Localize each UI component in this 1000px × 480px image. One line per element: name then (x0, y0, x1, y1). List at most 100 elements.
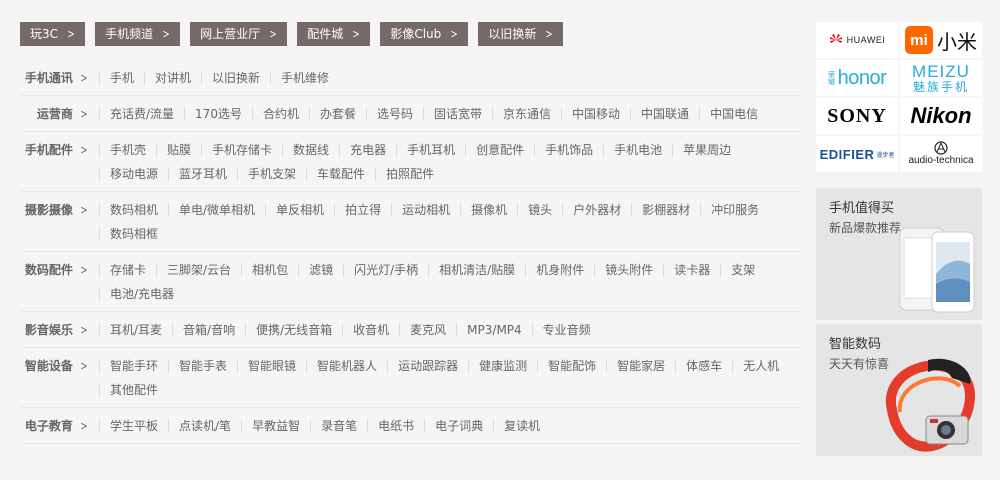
brand-honor[interactable]: 荣耀 honor (816, 60, 898, 96)
category-link[interactable]: 存储卡 (99, 263, 156, 277)
category-link[interactable]: 摄像机 (460, 203, 517, 217)
category-link[interactable]: 手机电池 (603, 143, 672, 157)
category-link[interactable]: 读卡器 (663, 263, 720, 277)
category-link[interactable]: 手机支架 (237, 167, 306, 181)
category-link[interactable]: 充电器 (339, 143, 396, 157)
category-link[interactable]: 数码相框 (99, 227, 168, 241)
brand-edifier[interactable]: EDIFIER 漫步者 (816, 136, 898, 172)
category-link[interactable]: 点读机/笔 (168, 419, 241, 433)
category-link[interactable]: 电池/充电器 (99, 287, 184, 301)
channel-tab[interactable]: 影像Club > (380, 22, 469, 46)
category-link[interactable]: 智能手表 (168, 359, 237, 373)
channel-tab[interactable]: 以旧换新 > (478, 22, 564, 46)
category-title[interactable]: 智能设备 > (20, 354, 99, 402)
category-link[interactable]: 对讲机 (144, 71, 201, 85)
category-link[interactable]: 手机壳 (99, 143, 156, 157)
category-link[interactable]: 中国联通 (630, 107, 699, 121)
category-link[interactable]: 录音笔 (310, 419, 367, 433)
category-link[interactable]: 创意配件 (465, 143, 534, 157)
category-link[interactable]: 专业音频 (531, 323, 601, 337)
category-link[interactable]: 170选号 (184, 107, 252, 121)
brand-sony[interactable]: SONY (816, 98, 898, 134)
category-link[interactable]: MP3/MP4 (456, 323, 532, 337)
channel-tab[interactable]: 玩3C > (20, 22, 86, 46)
category-title[interactable]: 数码配件 > (20, 258, 99, 306)
channel-tab[interactable]: 配件城 > (297, 22, 371, 46)
category-link[interactable]: 手机饰品 (534, 143, 603, 157)
category-link[interactable]: 其他配件 (99, 383, 168, 397)
category-link[interactable]: 苹果周边 (672, 143, 741, 157)
category-link[interactable]: 冲印服务 (700, 203, 769, 217)
category-link[interactable]: 智能手环 (99, 359, 168, 373)
category-link[interactable]: 智能眼镜 (237, 359, 306, 373)
category-link[interactable]: 早教益智 (241, 419, 310, 433)
category-title[interactable]: 手机通讯 > (20, 66, 99, 90)
category-title[interactable]: 摄影摄像 > (20, 198, 99, 246)
category-link[interactable]: 蓝牙耳机 (168, 167, 237, 181)
category-link[interactable]: 收音机 (342, 323, 399, 337)
category-link[interactable]: 京东通信 (492, 107, 561, 121)
category-title[interactable]: 电子教育 > (20, 414, 99, 438)
category-link[interactable]: 智能机器人 (306, 359, 387, 373)
category-link[interactable]: 健康监测 (468, 359, 537, 373)
category-link[interactable]: 手机 (99, 71, 144, 85)
category-link[interactable]: 以旧换新 (201, 71, 270, 85)
category-link[interactable]: 相机清洁/贴膜 (428, 263, 525, 277)
category-link[interactable]: 智能配饰 (537, 359, 606, 373)
category-link[interactable]: 中国电信 (699, 107, 768, 121)
brand-nikon[interactable]: Nikon (900, 98, 982, 134)
category-link[interactable]: 单反相机 (265, 203, 334, 217)
category-link[interactable]: 体感车 (675, 359, 732, 373)
category-link[interactable]: 智能家居 (606, 359, 675, 373)
category-link[interactable]: 学生平板 (99, 419, 168, 433)
category-link[interactable]: 手机维修 (270, 71, 339, 85)
category-link[interactable]: 镜头 (517, 203, 562, 217)
category-link[interactable]: 复读机 (493, 419, 550, 433)
category-link[interactable]: 闪光灯/手柄 (343, 263, 428, 277)
category-link[interactable]: 办套餐 (308, 107, 366, 121)
channel-tab[interactable]: 手机频道 > (95, 22, 181, 46)
category-link[interactable]: 机身附件 (525, 263, 594, 277)
category-link[interactable]: 支架 (720, 263, 765, 277)
category-link[interactable]: 贴膜 (156, 143, 201, 157)
category-link[interactable]: 镜头附件 (594, 263, 663, 277)
category-title[interactable]: 运营商 > (20, 102, 99, 126)
category-link[interactable]: 手机存储卡 (201, 143, 282, 157)
category-link[interactable]: 数据线 (282, 143, 339, 157)
category-link[interactable]: 数码相机 (99, 203, 168, 217)
channel-tab[interactable]: 网上营业厅 > (190, 22, 288, 46)
category-link[interactable]: 选号码 (365, 107, 423, 121)
category-link[interactable]: 麦克风 (399, 323, 456, 337)
category-link[interactable]: 拍立得 (334, 203, 391, 217)
category-link[interactable]: 拍照配件 (375, 167, 444, 181)
category-link[interactable]: 运动相机 (391, 203, 460, 217)
brand-huawei[interactable]: HUAWEI (816, 22, 898, 58)
category-link[interactable]: 运动跟踪器 (387, 359, 468, 373)
category-link[interactable]: 手机耳机 (396, 143, 465, 157)
category-link[interactable]: 充话费/流量 (99, 107, 184, 121)
category-link[interactable]: 户外器材 (562, 203, 631, 217)
category-link[interactable]: 电纸书 (367, 419, 424, 433)
category-title[interactable]: 影音娱乐 > (20, 318, 99, 342)
category-link[interactable]: 固话宽带 (423, 107, 492, 121)
category-link[interactable]: 移动电源 (99, 167, 168, 181)
promo-phones[interactable]: 手机值得买 新品爆款推荐 (816, 188, 982, 320)
category-link[interactable]: 耳机/耳麦 (99, 323, 172, 337)
category-link[interactable]: 便携/无线音箱 (245, 323, 342, 337)
category-link[interactable]: 相机包 (241, 263, 298, 277)
category-link[interactable]: 合约机 (251, 107, 309, 121)
category-link[interactable]: 音箱/音响 (172, 323, 245, 337)
category-link[interactable]: 无人机 (732, 359, 789, 373)
promo-smart-digital[interactable]: 智能数码 天天有惊喜 (816, 324, 982, 456)
category-link[interactable]: 电子词典 (424, 419, 493, 433)
category-link[interactable]: 滤镜 (298, 263, 343, 277)
category-title[interactable]: 手机配件 > (20, 138, 99, 186)
category-link[interactable]: 单电/微单相机 (168, 203, 265, 217)
brand-meizu[interactable]: MEIZU 魅族手机 (900, 60, 982, 96)
brand-audio-technica[interactable]: audio-technica (900, 136, 982, 172)
category-link[interactable]: 三脚架/云台 (156, 263, 241, 277)
category-link[interactable]: 影棚器材 (631, 203, 700, 217)
category-link[interactable]: 车载配件 (306, 167, 375, 181)
brand-xiaomi[interactable]: mi 小米 (900, 22, 982, 58)
category-link[interactable]: 中国移动 (561, 107, 630, 121)
